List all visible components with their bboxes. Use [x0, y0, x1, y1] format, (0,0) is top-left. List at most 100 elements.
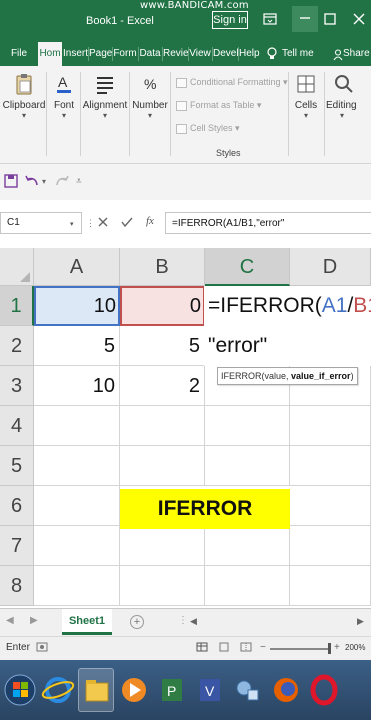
font-group[interactable]: A Font ▾: [48, 72, 80, 121]
page-layout-view-icon[interactable]: [218, 642, 230, 655]
insert-function-icon[interactable]: fx: [146, 215, 154, 227]
opera-icon[interactable]: [306, 668, 342, 712]
cell-a2-value[interactable]: 5: [34, 326, 120, 366]
zoom-percentage[interactable]: 200%: [345, 643, 365, 652]
cell-b4[interactable]: [120, 406, 205, 446]
cell-a4[interactable]: [34, 406, 120, 446]
page-break-view-icon[interactable]: [240, 642, 252, 655]
cell-d5[interactable]: [290, 446, 371, 486]
row-header-3[interactable]: 3: [0, 366, 34, 406]
tab-help[interactable]: Help: [239, 42, 260, 66]
editing-group[interactable]: Editing ▾: [326, 72, 370, 121]
cell-a6[interactable]: [34, 486, 120, 526]
ribbon-display-options-icon[interactable]: [263, 12, 277, 26]
row-header-4[interactable]: 4: [0, 406, 34, 446]
formula-input[interactable]: =IFERROR(A1/B1,"error": [165, 212, 371, 234]
tell-me-search[interactable]: Tell me: [282, 42, 316, 66]
select-all-button[interactable]: [0, 248, 34, 286]
cell-d7[interactable]: [290, 526, 371, 566]
redo-icon[interactable]: [54, 174, 70, 190]
column-header-b[interactable]: B: [120, 248, 205, 286]
add-sheet-button[interactable]: +: [130, 615, 144, 629]
cancel-icon[interactable]: [98, 216, 108, 230]
tab-file[interactable]: File: [6, 42, 32, 66]
column-header-a[interactable]: A: [34, 248, 120, 286]
file-explorer-icon[interactable]: [78, 668, 114, 712]
visio-app-icon[interactable]: V: [192, 668, 228, 712]
row-header-2[interactable]: 2: [0, 326, 34, 366]
cell-b3-value[interactable]: 2: [120, 366, 205, 406]
zoom-slider[interactable]: [270, 648, 330, 650]
name-box-dropdown-icon[interactable]: ▾: [70, 220, 74, 228]
tab-data[interactable]: Data: [139, 42, 161, 66]
cell-a3-value[interactable]: 10: [34, 366, 120, 406]
enter-check-icon[interactable]: [121, 216, 133, 230]
cell-a8[interactable]: [34, 566, 120, 606]
cells-group[interactable]: Cells ▾: [290, 72, 322, 121]
iferror-title-cell[interactable]: IFERROR: [120, 489, 290, 529]
minimize-button[interactable]: [292, 6, 318, 32]
macro-record-icon[interactable]: [36, 642, 48, 655]
column-header-d[interactable]: D: [290, 248, 371, 286]
internet-explorer-icon[interactable]: [40, 668, 76, 712]
tab-page-layout[interactable]: Page: [89, 42, 112, 66]
close-button[interactable]: [352, 12, 366, 26]
cell-b1[interactable]: 0: [120, 286, 205, 326]
zoom-in-icon[interactable]: +: [334, 642, 340, 653]
conditional-formatting-button[interactable]: Conditional Formatting ▾: [176, 74, 288, 90]
maximize-button[interactable]: [323, 12, 337, 26]
media-player-icon[interactable]: [116, 668, 152, 712]
sign-in-button[interactable]: Sign in: [212, 11, 248, 29]
cell-c8[interactable]: [205, 566, 290, 606]
horizontal-scrollbar[interactable]: [192, 617, 352, 627]
firefox-icon[interactable]: [268, 668, 304, 712]
zoom-out-icon[interactable]: −: [260, 642, 266, 653]
cell-b5[interactable]: [120, 446, 205, 486]
cell-b8[interactable]: [120, 566, 205, 606]
next-sheet-icon[interactable]: ▶: [30, 615, 38, 626]
row-header-5[interactable]: 5: [0, 446, 34, 486]
project-app-icon[interactable]: P: [154, 668, 190, 712]
tab-insert[interactable]: Insert: [63, 42, 88, 66]
cell-d8[interactable]: [290, 566, 371, 606]
column-header-c[interactable]: C: [205, 248, 290, 286]
cell-c7[interactable]: [205, 526, 290, 566]
zoom-slider-thumb[interactable]: [328, 643, 331, 654]
cell-c1-editor[interactable]: =IFERROR(A1/B1, "error": [204, 286, 371, 366]
clipboard-group[interactable]: Clipboard ▾: [2, 72, 46, 121]
row-header-8[interactable]: 8: [0, 566, 34, 606]
tab-view[interactable]: View: [189, 42, 211, 66]
network-app-icon[interactable]: [230, 668, 266, 712]
tab-developer[interactable]: Devel: [213, 42, 239, 66]
save-icon[interactable]: [4, 174, 18, 190]
prev-sheet-icon[interactable]: ◀: [6, 615, 14, 626]
normal-view-icon[interactable]: [196, 642, 208, 655]
cell-a7[interactable]: [34, 526, 120, 566]
cell-a1[interactable]: 10: [34, 286, 120, 326]
sheet-tab-sheet1[interactable]: Sheet1: [62, 609, 112, 635]
cell-c5[interactable]: [205, 446, 290, 486]
cell-styles-button[interactable]: Cell Styles ▾: [176, 120, 240, 136]
cell-d6[interactable]: [290, 486, 371, 526]
start-button[interactable]: [2, 668, 38, 712]
row-header-6[interactable]: 6: [0, 486, 34, 526]
share-button[interactable]: Share: [343, 42, 370, 66]
tab-split-icon[interactable]: ⋮: [178, 615, 188, 626]
cell-a5[interactable]: [34, 446, 120, 486]
alignment-group[interactable]: Alignment ▾: [82, 72, 128, 121]
tab-review[interactable]: Revie: [163, 42, 189, 66]
row-header-7[interactable]: 7: [0, 526, 34, 566]
tab-home[interactable]: Hom: [38, 42, 62, 66]
cell-d4[interactable]: [290, 406, 371, 446]
number-group[interactable]: % Number ▾: [131, 72, 169, 121]
scroll-right-icon[interactable]: ▶: [357, 616, 364, 627]
cell-b7[interactable]: [120, 526, 205, 566]
undo-icon[interactable]: [24, 174, 40, 190]
tab-formulas[interactable]: Form: [113, 42, 137, 66]
customize-qat-icon[interactable]: ⩡: [76, 174, 82, 190]
format-as-table-button[interactable]: Format as Table ▾: [176, 97, 261, 113]
cell-b2-value[interactable]: 5: [120, 326, 205, 366]
row-header-1[interactable]: 1: [0, 286, 34, 326]
cell-c4[interactable]: [205, 406, 290, 446]
undo-dropdown-icon[interactable]: ▾: [42, 174, 46, 190]
